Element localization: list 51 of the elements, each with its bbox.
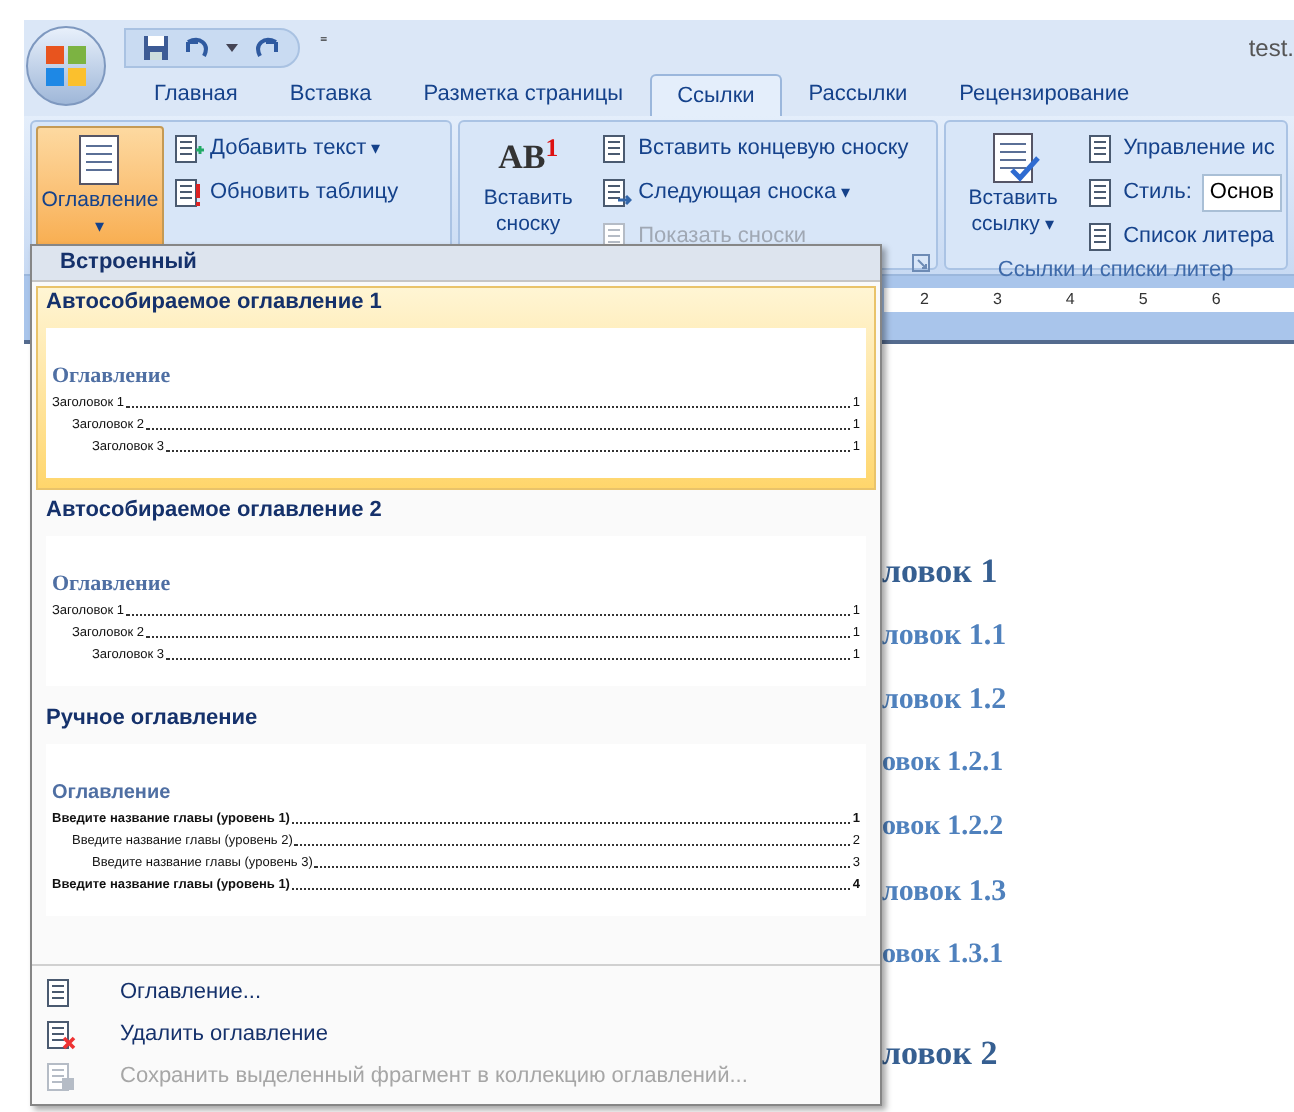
ribbon-tab[interactable]: Рассылки xyxy=(782,74,934,116)
document-exclamation-icon xyxy=(172,177,204,209)
document-heading: овок 1.3.1 xyxy=(882,938,1006,974)
ribbon-tab[interactable]: Главная xyxy=(128,74,264,116)
ribbon-button[interactable]: Стиль: xyxy=(1123,176,1192,210)
document-heading: овок 1.2.1 xyxy=(882,746,1006,782)
document-heading: ловок 1.3 xyxy=(882,874,1009,912)
document-arrow-icon xyxy=(600,177,633,209)
ribbon-tab[interactable]: Ссылки xyxy=(649,74,783,116)
redo-icon[interactable] xyxy=(250,35,282,59)
document-cross-icon xyxy=(44,1019,76,1051)
ribbon-large-button[interactable]: Вставить ссылку ▾ xyxy=(949,126,1078,250)
document-heading: ловок 2 xyxy=(882,1034,1000,1074)
document-heading: ловок 1.1 xyxy=(882,618,1009,656)
footnote-mark: AB$^{1}$ xyxy=(498,131,559,180)
window-title: test. xyxy=(1248,31,1294,65)
toc-preview-heading: Оглавление xyxy=(52,572,173,598)
undo-icon[interactable] xyxy=(182,35,214,59)
toc-preview-heading: Оглавление xyxy=(52,780,173,806)
group-label: Ссылки и списки литер xyxy=(997,255,1234,286)
ribbon-tab[interactable]: Рецензирование xyxy=(933,74,1156,116)
ribbon-button[interactable]: Список литера xyxy=(1123,220,1275,254)
menu-item[interactable]: Оглавление... xyxy=(120,976,261,1010)
menu-header: Встроенный xyxy=(32,246,880,282)
gallery-item-title: Ручное оглавление xyxy=(46,704,260,734)
document-heading: ловок 1.2 xyxy=(882,682,1009,720)
caret-icon[interactable] xyxy=(226,43,238,51)
document-heading: овок 1.2.2 xyxy=(882,810,1006,846)
ribbon-button[interactable]: Следующая сноска ▾ xyxy=(638,176,852,210)
menu-item[interactable]: Удалить оглавление xyxy=(120,1018,328,1052)
gallery-item-title: Автособираемое оглавление 1 xyxy=(46,288,384,318)
dialog-launcher-icon[interactable] xyxy=(911,253,930,271)
ribbon-large-button[interactable]: Оглавление ▾ xyxy=(36,126,164,250)
style-dropdown[interactable]: Основ xyxy=(1201,174,1282,212)
logo-icon xyxy=(44,44,88,88)
document-heading: ловок 1 xyxy=(882,552,1000,592)
ribbon-button[interactable]: Обновить таблицу xyxy=(210,176,399,210)
ribbon-large-button[interactable]: AB$^{1}$ Вставить сноску xyxy=(464,126,593,250)
document-icon xyxy=(44,1061,76,1093)
document-check-icon xyxy=(987,130,1040,186)
document-plus-icon xyxy=(172,133,204,165)
gallery-item-title: Автособираемое оглавление 2 xyxy=(46,496,384,526)
customize-toolbar-button[interactable]: ⁼ xyxy=(320,30,328,64)
ribbon-button[interactable]: Управление ис xyxy=(1123,132,1275,166)
ribbon-tab[interactable]: Разметка страницы xyxy=(397,74,650,116)
save-icon[interactable] xyxy=(142,33,170,61)
ribbon-tab[interactable]: Вставка xyxy=(263,74,398,116)
ribbon-button[interactable]: Добавить текст ▾ xyxy=(210,132,382,166)
ruler: 2 3 4 5 6 xyxy=(884,288,1294,312)
ribbon-button[interactable]: Вставить концевую сноску xyxy=(638,132,909,166)
toc-preview-heading: Оглавление xyxy=(52,364,173,390)
